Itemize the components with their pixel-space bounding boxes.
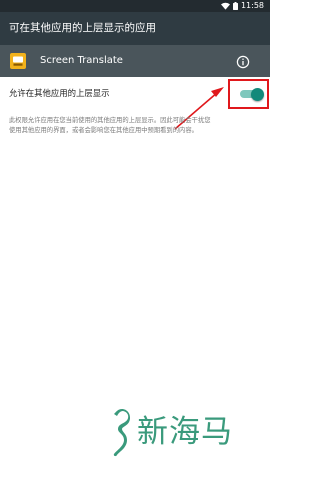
watermark-text: 新海马 — [137, 414, 233, 450]
status-time: 11:58 — [240, 1, 264, 10]
permission-description: 此权限允许应用在您当前使用的其他应用的上层显示。因此可能会干扰您 使用其他应用的… — [9, 116, 265, 136]
overlay-permission-label: 允许在其他应用的上层显示 — [9, 88, 110, 98]
app-name: Screen Translate — [40, 55, 123, 66]
seahorse-logo-icon — [113, 409, 131, 457]
overlay-permission-toggle[interactable] — [237, 86, 265, 102]
wifi-icon — [220, 2, 230, 10]
watermark: 新海马 — [105, 408, 265, 458]
description-line-2: 使用其他应用的界面，或者会影响您在其他应用中预期看到的内容。 — [9, 127, 198, 134]
info-icon — [236, 55, 250, 69]
overlay-permission-row[interactable]: 允许在其他应用的上层显示 — [0, 78, 270, 112]
battery-icon — [232, 2, 238, 10]
description-line-1: 此权限允许应用在您当前使用的其他应用的上层显示。因此可能会干扰您 — [9, 117, 211, 124]
app-bar: 可在其他应用的上层显示的应用 — [0, 12, 270, 45]
page-title: 可在其他应用的上层显示的应用 — [9, 22, 156, 34]
app-header-row: Screen Translate — [0, 45, 270, 77]
app-icon — [10, 53, 26, 69]
toggle-thumb — [251, 87, 264, 101]
info-button[interactable] — [236, 54, 250, 69]
status-bar: 11:58 — [0, 0, 270, 12]
status-icons: 11:58 — [220, 0, 264, 12]
